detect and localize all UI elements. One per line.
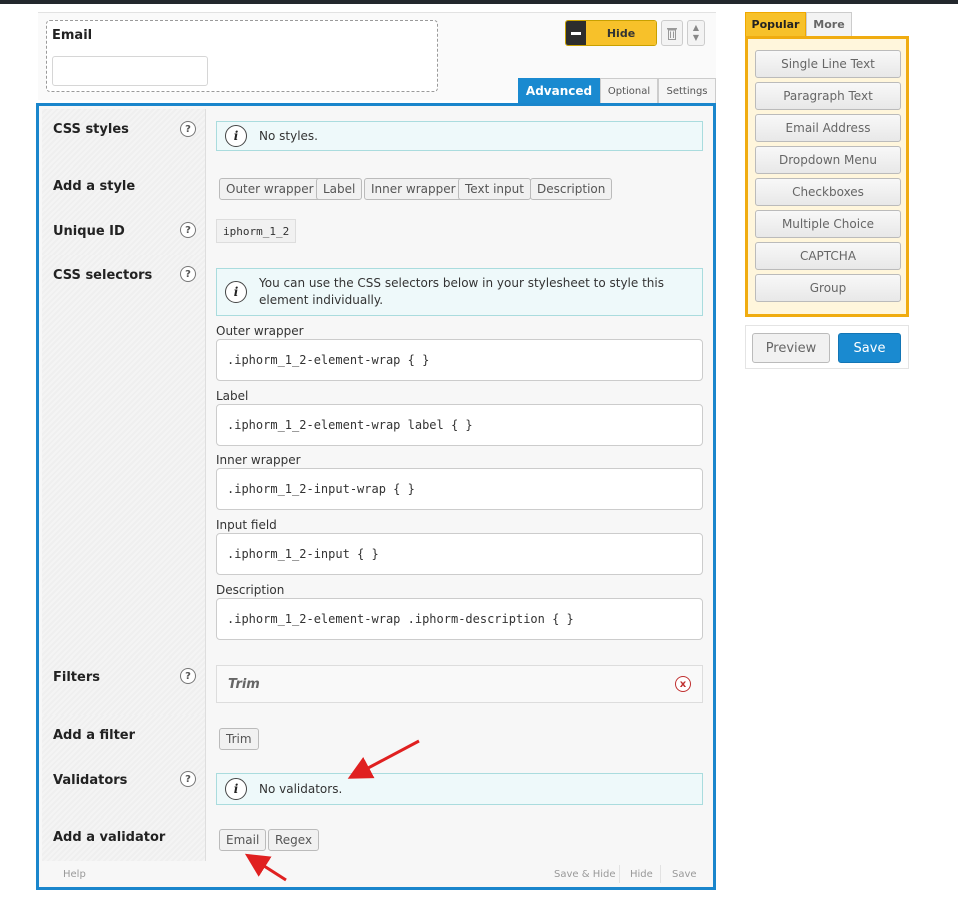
footer-hide-link[interactable]: Hide	[630, 861, 653, 887]
selector-field-inner-wrapper[interactable]: .iphorm_1_2-input-wrap { }	[216, 468, 703, 510]
add-style-inner-wrapper-button[interactable]: Inner wrapper	[364, 178, 463, 200]
row-validators: Validators ? i No validators.	[42, 760, 713, 818]
validators-notice: i No validators.	[216, 773, 703, 805]
footer-save-hide-link[interactable]: Save & Hide	[554, 861, 616, 887]
footer-separator	[660, 865, 661, 883]
add-single-line-text-button[interactable]: Single Line Text	[755, 50, 901, 78]
selector-label-description: Description	[216, 583, 285, 597]
add-filter-trim-button[interactable]: Trim	[219, 728, 259, 750]
help-icon[interactable]: ?	[180, 121, 196, 137]
selector-label-label: Label	[216, 389, 249, 403]
add-multiple-choice-button[interactable]: Multiple Choice	[755, 210, 901, 238]
info-icon: i	[225, 281, 247, 303]
selector-field-outer-wrapper[interactable]: .iphorm_1_2-element-wrap { }	[216, 339, 703, 381]
add-style-label: Add a style	[53, 179, 136, 194]
filters-label: Filters	[53, 670, 100, 685]
selector-label-input-field: Input field	[216, 518, 277, 532]
row-css-selectors: CSS selectors ? i You can use the CSS se…	[42, 255, 713, 658]
email-element-label: Email	[52, 28, 93, 43]
info-icon: i	[225, 778, 247, 800]
css-selectors-label: CSS selectors	[53, 268, 153, 283]
row-add-style: Add a style Outer wrapper Label Inner wr…	[42, 166, 713, 212]
selector-field-input-field[interactable]: .iphorm_1_2-input { }	[216, 533, 703, 575]
info-icon: i	[225, 125, 247, 147]
selector-label-inner-wrapper: Inner wrapper	[216, 453, 301, 467]
css-styles-notice-text: No styles.	[259, 128, 318, 143]
filter-item-trim: Trim x	[216, 665, 703, 703]
help-icon[interactable]: ?	[180, 266, 196, 282]
validators-notice-text: No validators.	[259, 781, 343, 796]
add-captcha-button[interactable]: CAPTCHA	[755, 242, 901, 270]
add-checkboxes-button[interactable]: Checkboxes	[755, 178, 901, 206]
minus-icon	[566, 21, 586, 45]
validators-label: Validators	[53, 773, 128, 788]
add-validator-regex-button[interactable]: Regex	[268, 829, 320, 851]
footer-separator	[619, 865, 620, 883]
trash-icon[interactable]	[661, 20, 683, 46]
footer-help-link[interactable]: Help	[63, 861, 86, 887]
add-email-address-button[interactable]: Email Address	[755, 114, 901, 142]
add-dropdown-menu-button[interactable]: Dropdown Menu	[755, 146, 901, 174]
css-styles-label: CSS styles	[53, 122, 129, 137]
unique-id-value: iphorm_1_2	[216, 219, 297, 243]
css-selectors-notice-text: You can use the CSS selectors below in y…	[259, 276, 664, 307]
advanced-settings-panel: CSS styles ? i No styles. Add a style Ou…	[36, 103, 716, 890]
preview-button[interactable]: Preview	[752, 333, 830, 363]
footer-save-link[interactable]: Save	[672, 861, 697, 887]
sidebar-tab-popular[interactable]: Popular	[745, 12, 806, 36]
save-button[interactable]: Save	[838, 333, 901, 363]
add-style-text-input-button[interactable]: Text input	[458, 178, 531, 200]
element-picker-panel: Single Line Text Paragraph Text Email Ad…	[745, 36, 909, 317]
row-add-validator: Add a validator Email Regex	[42, 817, 713, 863]
css-styles-notice: i No styles.	[216, 121, 703, 151]
hide-toggle-button[interactable]: Hide	[565, 20, 657, 46]
admin-top-bar	[0, 0, 958, 4]
css-selectors-notice: i You can use the CSS selectors below in…	[216, 268, 703, 316]
unique-id-label: Unique ID	[53, 224, 125, 239]
add-style-description-button[interactable]: Description	[530, 178, 613, 200]
up-down-arrows-icon[interactable]: ▲ ▼	[687, 20, 705, 46]
add-style-label-button[interactable]: Label	[316, 178, 363, 200]
email-preview-input	[52, 56, 208, 86]
help-icon[interactable]: ?	[180, 771, 196, 787]
add-filter-label: Add a filter	[53, 728, 136, 743]
add-style-outer-wrapper-button[interactable]: Outer wrapper	[219, 178, 321, 200]
panel-footer: Help Save & Hide Hide Save	[42, 861, 710, 887]
add-paragraph-text-button[interactable]: Paragraph Text	[755, 82, 901, 110]
row-add-filter: Add a filter Trim	[42, 715, 713, 761]
selector-field-label[interactable]: .iphorm_1_2-element-wrap label { }	[216, 404, 703, 446]
row-filters: Filters ? Trim x	[42, 657, 713, 716]
add-validator-label: Add a validator	[53, 830, 166, 845]
hide-toggle-label: Hide	[586, 21, 656, 45]
row-unique-id: Unique ID ? iphorm_1_2	[42, 211, 713, 256]
selector-label-outer-wrapper: Outer wrapper	[216, 324, 304, 338]
add-validator-email-button[interactable]: Email	[219, 829, 267, 851]
row-css-styles: CSS styles ? i No styles.	[42, 109, 713, 167]
add-group-button[interactable]: Group	[755, 274, 901, 302]
filter-name: Trim	[228, 676, 260, 692]
sidebar-tab-more[interactable]: More	[806, 12, 852, 36]
tab-advanced[interactable]: Advanced	[518, 78, 600, 103]
tab-settings[interactable]: Settings	[658, 78, 716, 103]
selector-field-description[interactable]: .iphorm_1_2-element-wrap .iphorm-descrip…	[216, 598, 703, 640]
help-icon[interactable]: ?	[180, 668, 196, 684]
help-icon[interactable]: ?	[180, 222, 196, 238]
tab-optional[interactable]: Optional	[600, 78, 658, 103]
remove-icon[interactable]: x	[675, 676, 691, 692]
